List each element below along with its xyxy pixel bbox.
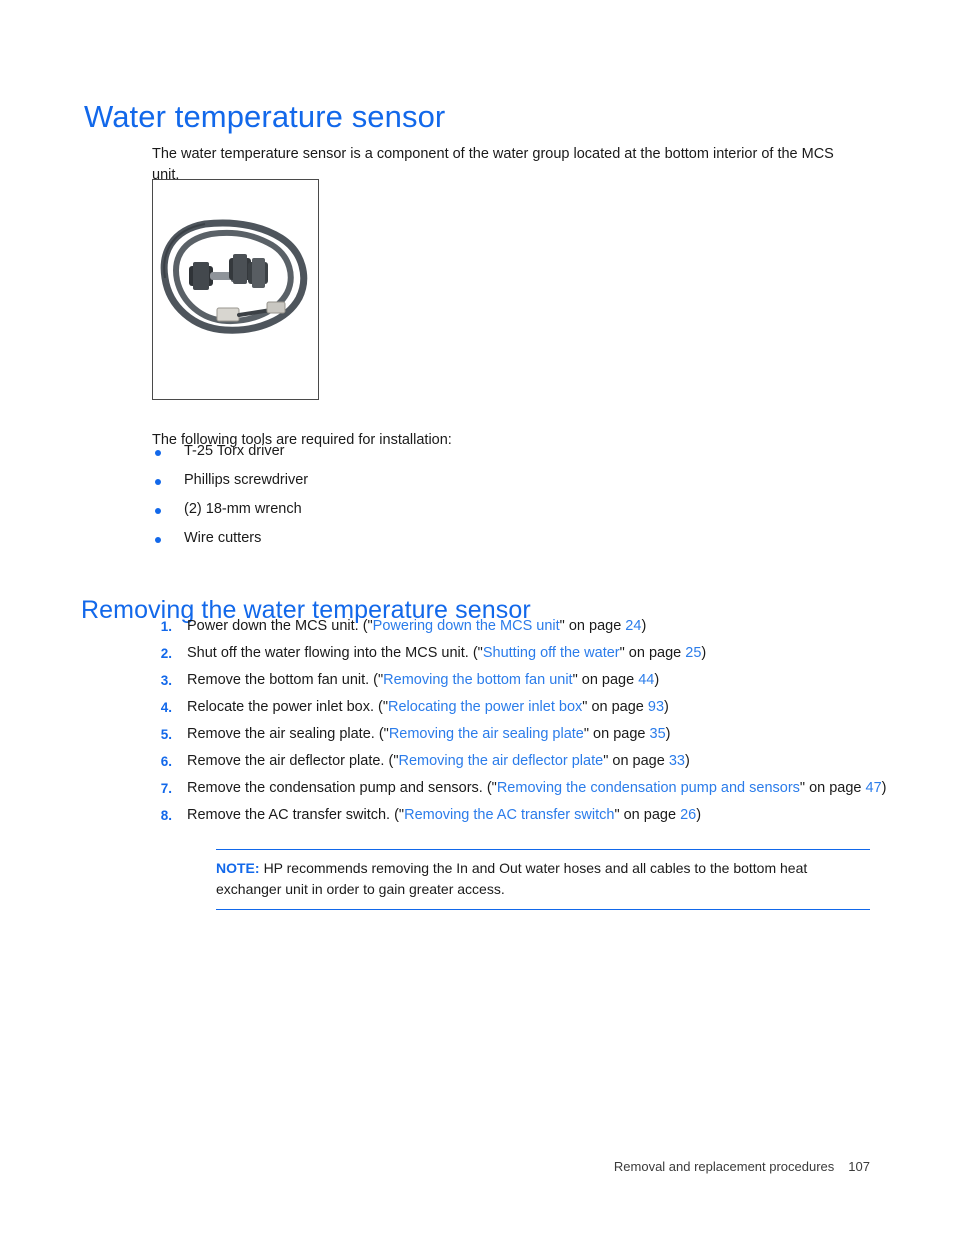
footer-section-label: Removal and replacement procedures xyxy=(613,1159,835,1174)
tool-label: (2) 18-mm wrench xyxy=(184,501,302,517)
step-text-mid: " on page xyxy=(619,645,686,661)
page-footer: Removal and replacement procedures 107 xyxy=(0,1159,870,1174)
step-text: Remove the bottom fan unit. ("Removing t… xyxy=(187,670,890,691)
step-text-post: ) xyxy=(881,780,887,796)
step-item: 6. Remove the air deflector plate. ("Rem… xyxy=(150,751,890,778)
step-text-post: ) xyxy=(701,645,707,661)
step-text: Shut off the water flowing into the MCS … xyxy=(187,643,890,664)
step-number: 7. xyxy=(160,781,172,796)
list-item: Wire cutters xyxy=(152,530,652,559)
step-text-mid: " on page xyxy=(799,780,866,796)
note-callout: NOTE: HP recommends removing the In and O… xyxy=(216,849,870,910)
step-text: Relocate the power inlet box. ("Relocati… xyxy=(187,697,890,718)
bullet-dot-icon xyxy=(155,479,161,485)
tools-list: T-25 Torx driver Phillips screwdriver (2… xyxy=(152,443,652,559)
cross-reference-link[interactable]: Removing the air deflector plate xyxy=(398,753,603,769)
page-reference[interactable]: 25 xyxy=(685,645,701,661)
step-text-pre: Remove the AC transfer switch. (" xyxy=(187,807,405,823)
step-item: 4. Relocate the power inlet box. ("Reloc… xyxy=(150,697,890,724)
step-number: 5. xyxy=(160,727,172,742)
step-item: 8. Remove the AC transfer switch. ("Remo… xyxy=(150,805,890,832)
bullet-dot-icon xyxy=(155,450,161,456)
cross-reference-link[interactable]: Powering down the MCS unit xyxy=(373,618,560,634)
step-text-post: ) xyxy=(696,807,702,823)
step-item: 2. Shut off the water flowing into the M… xyxy=(150,643,890,670)
step-text-pre: Power down the MCS unit. (" xyxy=(187,618,373,634)
step-item: 3. Remove the bottom fan unit. ("Removin… xyxy=(150,670,890,697)
tool-label: Phillips screwdriver xyxy=(184,472,309,488)
cross-reference-link[interactable]: Removing the AC transfer switch xyxy=(404,807,614,823)
footer-page-number: 107 xyxy=(848,1159,870,1174)
step-item: 7. Remove the condensation pump and sens… xyxy=(150,778,890,805)
step-text-post: ) xyxy=(665,726,671,742)
page-reference[interactable]: 93 xyxy=(648,699,664,715)
step-text-post: ) xyxy=(641,618,647,634)
step-text-mid: " on page xyxy=(582,699,648,715)
step-text: Power down the MCS unit. ("Powering down… xyxy=(187,616,890,637)
step-text: Remove the condensation pump and sensors… xyxy=(187,778,890,799)
step-item: 5. Remove the air sealing plate. ("Remov… xyxy=(150,724,890,751)
step-text: Remove the AC transfer switch. ("Removin… xyxy=(187,805,890,826)
step-text-pre: Remove the condensation pump and sensors… xyxy=(187,780,497,796)
step-text-mid: " on page xyxy=(603,753,669,769)
page-title: Water temperature sensor xyxy=(84,98,446,134)
step-text-pre: Remove the bottom fan unit. (" xyxy=(187,672,384,688)
step-text-mid: " on page xyxy=(583,726,650,742)
page-reference[interactable]: 33 xyxy=(669,753,685,769)
water-temperature-sensor-figure xyxy=(152,179,319,400)
cross-reference-link[interactable]: Removing the condensation pump and senso… xyxy=(497,780,800,796)
step-text-pre: Relocate the power inlet box. (" xyxy=(187,699,389,715)
step-number: 1. xyxy=(160,619,172,634)
step-text-mid: " on page xyxy=(614,807,681,823)
step-number: 2. xyxy=(160,646,172,661)
cross-reference-link[interactable]: Shutting off the water xyxy=(483,645,620,661)
step-text: Remove the air sealing plate. ("Removing… xyxy=(187,724,890,745)
page-reference[interactable]: 47 xyxy=(866,780,882,796)
step-number: 6. xyxy=(160,754,172,769)
tool-label: T-25 Torx driver xyxy=(184,443,285,459)
document-page: Water temperature sensor The water tempe… xyxy=(0,0,954,1235)
note-label: NOTE: xyxy=(216,860,260,876)
tool-label: Wire cutters xyxy=(184,530,262,546)
removal-steps-list: 1. Power down the MCS unit. ("Powering d… xyxy=(150,616,890,832)
list-item: Phillips screwdriver xyxy=(152,472,652,501)
note-text: HP recommends removing the In and Out wa… xyxy=(216,860,808,897)
step-text: Remove the air deflector plate. ("Removi… xyxy=(187,751,890,772)
step-text-pre: Remove the air deflector plate. (" xyxy=(187,753,399,769)
bullet-dot-icon xyxy=(155,537,161,543)
cross-reference-link[interactable]: Relocating the power inlet box xyxy=(388,699,582,715)
step-text-pre: Remove the air sealing plate. (" xyxy=(187,726,389,742)
page-reference[interactable]: 35 xyxy=(650,726,666,742)
step-text-post: ) xyxy=(684,753,690,769)
step-item: 1. Power down the MCS unit. ("Powering d… xyxy=(150,616,890,643)
cross-reference-link[interactable]: Removing the air sealing plate xyxy=(389,726,584,742)
step-text-mid: " on page xyxy=(572,672,639,688)
step-number: 4. xyxy=(160,700,172,715)
page-reference[interactable]: 26 xyxy=(680,807,696,823)
step-text-post: ) xyxy=(654,672,660,688)
bullet-dot-icon xyxy=(155,508,161,514)
cross-reference-link[interactable]: Removing the bottom fan unit xyxy=(383,672,572,688)
page-reference[interactable]: 44 xyxy=(638,672,654,688)
step-number: 3. xyxy=(160,673,172,688)
step-text-post: ) xyxy=(664,699,669,715)
step-text-pre: Shut off the water flowing into the MCS … xyxy=(187,645,483,661)
page-reference[interactable]: 24 xyxy=(625,618,641,634)
sensor-photo-illustration xyxy=(153,180,318,399)
step-text-mid: " on page xyxy=(559,618,626,634)
step-number: 8. xyxy=(160,808,172,823)
list-item: (2) 18-mm wrench xyxy=(152,501,652,530)
list-item: T-25 Torx driver xyxy=(152,443,652,472)
